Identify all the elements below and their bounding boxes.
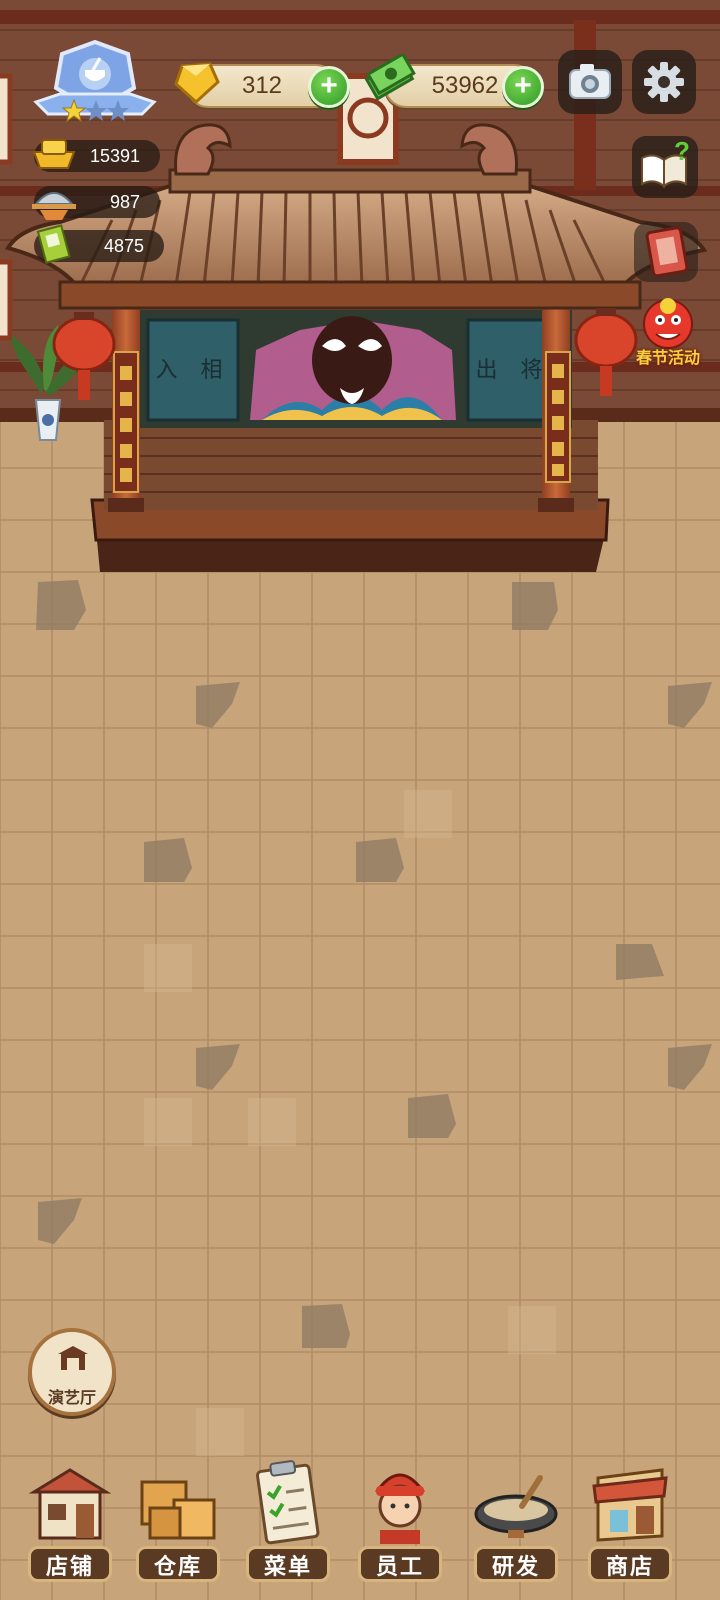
gear-icon <box>644 62 684 102</box>
warehouse-boxes-icon <box>140 1480 216 1540</box>
guide-button[interactable]: ? <box>632 136 698 198</box>
performance-hall-label: 演艺厅 <box>47 1390 96 1407</box>
nav-label: 仓库 <box>136 1546 220 1582</box>
nav-research[interactable]: 研发 <box>466 1456 566 1596</box>
shop-building-icon <box>28 1468 112 1540</box>
settings-button[interactable] <box>632 50 696 114</box>
store-stall-icon <box>592 1468 668 1542</box>
svg-text:?: ? <box>674 136 690 166</box>
nav-staff[interactable]: 员工 <box>350 1456 450 1596</box>
gold-ingot-icon <box>30 134 78 179</box>
menu-clipboard-icon <box>255 1460 320 1545</box>
books-value: 4875 <box>103 235 144 256</box>
theater-icon <box>58 1346 88 1370</box>
door-sign-left: 入 相 <box>155 358 231 383</box>
cash-value: 53962 <box>431 72 499 99</box>
dishes-value: 987 <box>109 191 140 212</box>
tiled-floor <box>0 420 720 1600</box>
add-cash-button[interactable]: + <box>502 66 544 108</box>
serving-cloche-icon <box>30 180 78 227</box>
opera-mask <box>312 316 392 404</box>
gem-icon <box>172 58 220 106</box>
gold-value: 15391 <box>89 145 140 166</box>
nav-label: 店铺 <box>28 1546 112 1582</box>
nav-store[interactable]: 商店 <box>580 1456 680 1596</box>
spring-festival-event-button[interactable]: 春节活动 <box>628 296 708 372</box>
nav-menu[interactable]: 菜单 <box>238 1456 338 1596</box>
add-gems-button[interactable]: + <box>308 66 350 108</box>
event-label: 春节活动 <box>635 350 700 367</box>
nav-label: 员工 <box>358 1546 442 1582</box>
nav-label: 菜单 <box>246 1546 330 1582</box>
camera-icon <box>569 64 611 99</box>
cash-icon <box>364 52 416 106</box>
records-button[interactable] <box>634 222 698 282</box>
door-sign-right: 出 将 <box>475 358 551 383</box>
restaurant-level-badge[interactable] <box>30 38 160 128</box>
recipe-book-icon <box>34 224 74 271</box>
research-wok-icon <box>474 1475 558 1538</box>
performance-hall-button[interactable]: 演艺厅 <box>28 1328 116 1416</box>
nav-shop-building[interactable]: 店铺 <box>20 1456 120 1596</box>
nav-label: 研发 <box>474 1546 558 1582</box>
nav-warehouse[interactable]: 仓库 <box>128 1456 228 1596</box>
staff-chef-icon <box>375 1473 425 1544</box>
red-book-icon <box>645 226 689 278</box>
gems-value: 312 <box>241 72 283 99</box>
help-book-icon: ? <box>641 136 690 189</box>
nav-label: 商店 <box>588 1546 672 1582</box>
camera-button[interactable] <box>558 50 622 114</box>
